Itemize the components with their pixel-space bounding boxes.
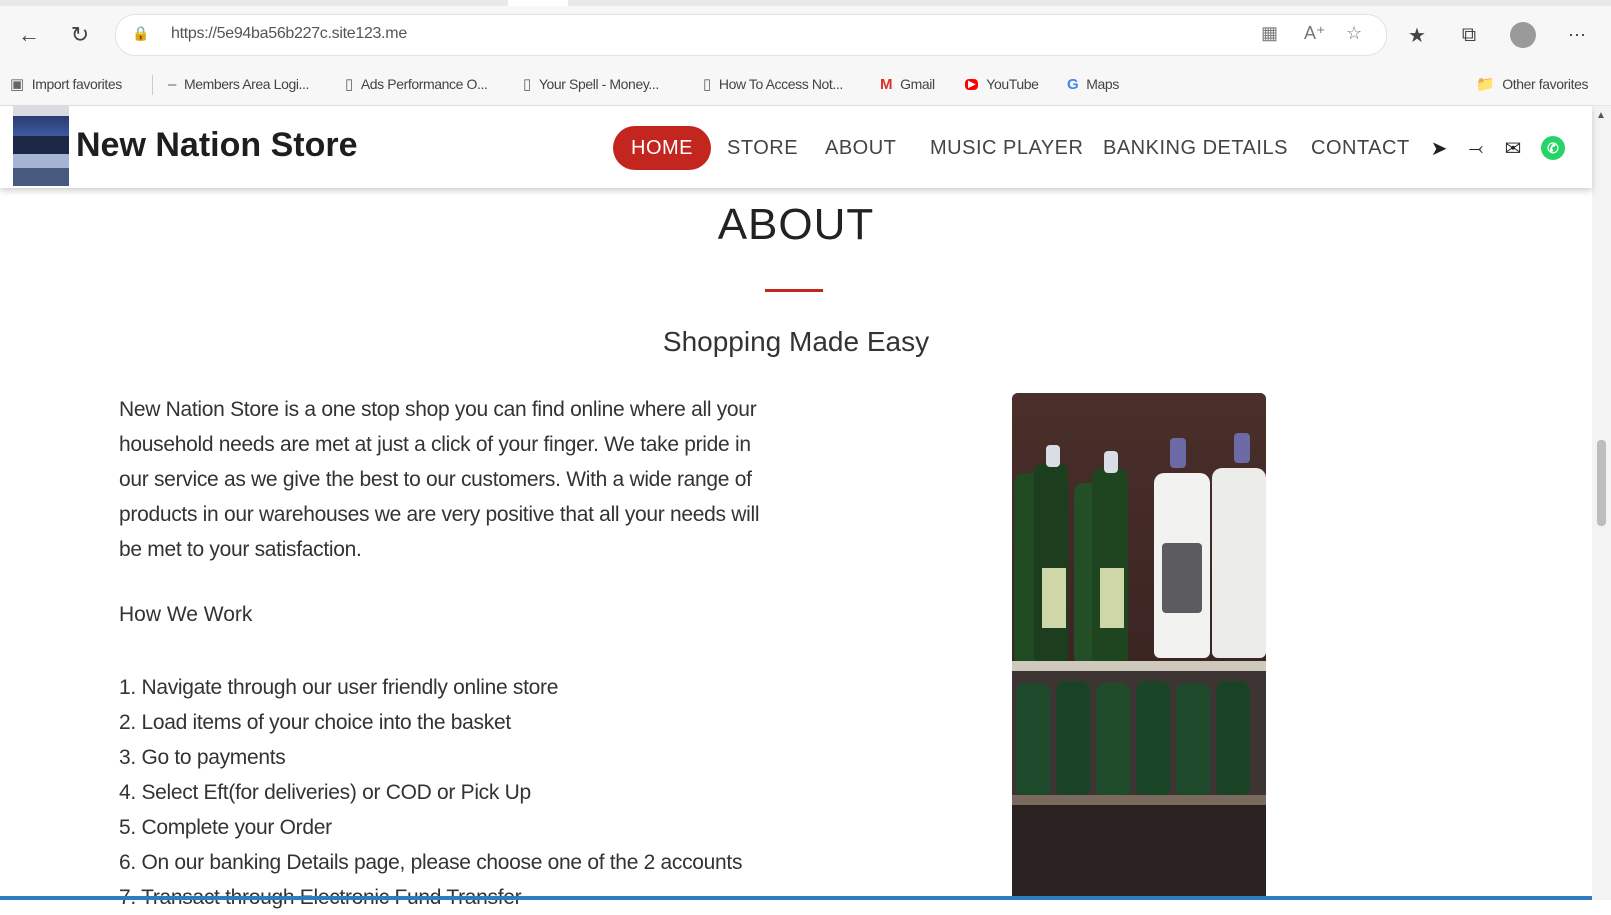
nav-music-player[interactable]: MUSIC PLAYER bbox=[930, 126, 1083, 170]
step-item: 1. Navigate through our user friendly on… bbox=[119, 676, 559, 699]
site-header: New Nation Store HOME STORE ABOUT MUSIC … bbox=[0, 106, 1592, 188]
green-bottle bbox=[1096, 683, 1130, 795]
profile-avatar[interactable] bbox=[1506, 18, 1540, 52]
location-arrow-icon[interactable]: ➤ bbox=[1427, 136, 1451, 160]
white-bottle bbox=[1212, 468, 1266, 658]
bookmark-label: Members Area Logi... bbox=[183, 76, 310, 92]
about-paragraph: New Nation Store is a one stop shop you … bbox=[119, 392, 779, 567]
product-photo bbox=[1012, 393, 1266, 900]
bookmark-label: Gmail bbox=[900, 76, 935, 92]
bookmark-label: Maps bbox=[1086, 76, 1119, 92]
paragraph-line: be met to your satisfaction. bbox=[119, 538, 362, 561]
bookmark-label: Other favorites bbox=[1502, 76, 1589, 92]
bookmark-how-to-access[interactable]: ▯ How To Access Not... bbox=[703, 73, 843, 95]
share-icon[interactable]: ⤙ bbox=[1464, 136, 1488, 160]
whatsapp-icon[interactable]: ✆ bbox=[1541, 136, 1565, 160]
bottom-edge-bar bbox=[0, 896, 1592, 900]
green-bottle bbox=[1016, 683, 1050, 795]
store-logo[interactable] bbox=[13, 106, 69, 186]
section-subtitle: Shopping Made Easy bbox=[662, 326, 930, 357]
address-bar[interactable]: 🔒 https://5e94ba56b227c.site123.me ▦ A⁺ … bbox=[115, 14, 1387, 56]
bookmark-youtube[interactable]: ▶ YouTube bbox=[965, 73, 1039, 95]
more-menu-icon[interactable]: ⋯ bbox=[1560, 18, 1594, 52]
bookmark-members-area[interactable]: – Members Area Logi... bbox=[168, 73, 309, 95]
url-text[interactable]: https://5e94ba56b227c.site123.me bbox=[171, 25, 407, 43]
brand-name[interactable]: New Nation Store bbox=[76, 126, 357, 165]
bookmark-label: How To Access Not... bbox=[718, 76, 843, 92]
how-we-work-heading: How We Work bbox=[119, 603, 253, 626]
bottle-cap bbox=[1170, 438, 1186, 468]
nav-contact[interactable]: CONTACT bbox=[1311, 126, 1410, 170]
bottle-label bbox=[1162, 543, 1202, 613]
step-item: 4. Select Eft(for deliveries) or COD or … bbox=[119, 781, 531, 804]
bookmark-import-favorites[interactable]: ▣ Import favorites bbox=[10, 73, 122, 95]
youtube-icon: ▶ bbox=[965, 78, 979, 90]
folder-icon: 📁 bbox=[1476, 76, 1495, 93]
shelf bbox=[1012, 795, 1266, 805]
page-icon: ▯ bbox=[345, 76, 353, 93]
paragraph-line: household needs are met at just a click … bbox=[119, 433, 751, 456]
step-item: 3. Go to payments bbox=[119, 746, 286, 769]
bottle-label bbox=[1100, 568, 1124, 628]
bookmark-separator bbox=[152, 75, 153, 95]
bookmark-maps[interactable]: G Maps bbox=[1067, 73, 1119, 95]
page-scrollbar[interactable]: ▲ bbox=[1592, 106, 1611, 900]
site-icon: – bbox=[168, 75, 176, 93]
bookmark-label: Import favorites bbox=[31, 76, 122, 92]
green-bottle bbox=[1056, 681, 1090, 795]
bookmark-your-spell[interactable]: ▯ Your Spell - Money... bbox=[523, 73, 659, 95]
read-aloud-icon[interactable]: A⁺ bbox=[1304, 23, 1326, 44]
nav-about[interactable]: ABOUT bbox=[825, 126, 896, 170]
green-bottle bbox=[1216, 681, 1250, 795]
google-icon: G bbox=[1067, 75, 1079, 93]
envelope-icon[interactable]: ✉ bbox=[1501, 136, 1525, 160]
lock-icon: 🔒 bbox=[132, 25, 150, 41]
refresh-icon[interactable]: ↻ bbox=[63, 18, 97, 52]
paragraph-line: New Nation Store is a one stop shop you … bbox=[119, 398, 757, 421]
steps-list: 1. Navigate through our user friendly on… bbox=[119, 670, 742, 915]
green-bottle bbox=[1136, 681, 1170, 795]
back-icon[interactable]: ← bbox=[12, 18, 46, 52]
gmail-icon: M bbox=[880, 75, 893, 93]
bookmark-label: Your Spell - Money... bbox=[538, 76, 659, 92]
bottle-cap bbox=[1046, 445, 1060, 467]
bookmark-ads-performance[interactable]: ▯ Ads Performance O... bbox=[345, 73, 488, 95]
import-icon: ▣ bbox=[10, 76, 24, 93]
collections-icon[interactable]: ⧉ bbox=[1452, 18, 1486, 52]
page-icon: ▯ bbox=[703, 76, 711, 93]
green-bottle bbox=[1034, 463, 1068, 663]
paragraph-line: our service as we give the best to our c… bbox=[119, 468, 752, 491]
scroll-up-icon[interactable]: ▲ bbox=[1596, 110, 1606, 121]
step-item: 5. Complete your Order bbox=[119, 816, 332, 839]
paragraph-line: products in our warehouses we are very p… bbox=[119, 503, 760, 526]
bottle-label bbox=[1042, 568, 1066, 628]
browser-toolbar: ← ↻ 🔒 https://5e94ba56b227c.site123.me ▦… bbox=[0, 6, 1611, 63]
app-available-icon[interactable]: ▦ bbox=[1261, 23, 1278, 44]
bottom-shelf-bg bbox=[1012, 805, 1266, 900]
bookmark-other-favorites[interactable]: 📁 Other favorites bbox=[1476, 73, 1589, 95]
bookmark-label: YouTube bbox=[986, 76, 1039, 92]
page-icon: ▯ bbox=[523, 76, 531, 93]
bottle-cap bbox=[1104, 451, 1118, 473]
favorites-icon[interactable]: ★ bbox=[1400, 18, 1434, 52]
shelf bbox=[1012, 661, 1266, 671]
nav-home[interactable]: HOME bbox=[613, 126, 711, 170]
nav-banking-details[interactable]: BANKING DETAILS bbox=[1103, 126, 1288, 170]
bookmark-label: Ads Performance O... bbox=[360, 76, 488, 92]
title-divider bbox=[765, 289, 823, 292]
add-favorite-icon[interactable]: ☆ bbox=[1346, 23, 1362, 44]
bottle-cap bbox=[1234, 433, 1250, 463]
step-item: 2. Load items of your choice into the ba… bbox=[119, 711, 511, 734]
green-bottle bbox=[1176, 683, 1210, 795]
bookmarks-bar: ▣ Import favorites – Members Area Logi... … bbox=[0, 63, 1611, 106]
scrollbar-thumb[interactable] bbox=[1597, 440, 1606, 526]
section-title: ABOUT bbox=[717, 200, 875, 249]
bookmark-gmail[interactable]: M Gmail bbox=[880, 73, 935, 95]
green-bottle bbox=[1092, 468, 1128, 663]
nav-store[interactable]: STORE bbox=[727, 126, 798, 170]
step-item: 6. On our banking Details page, please c… bbox=[119, 851, 743, 874]
